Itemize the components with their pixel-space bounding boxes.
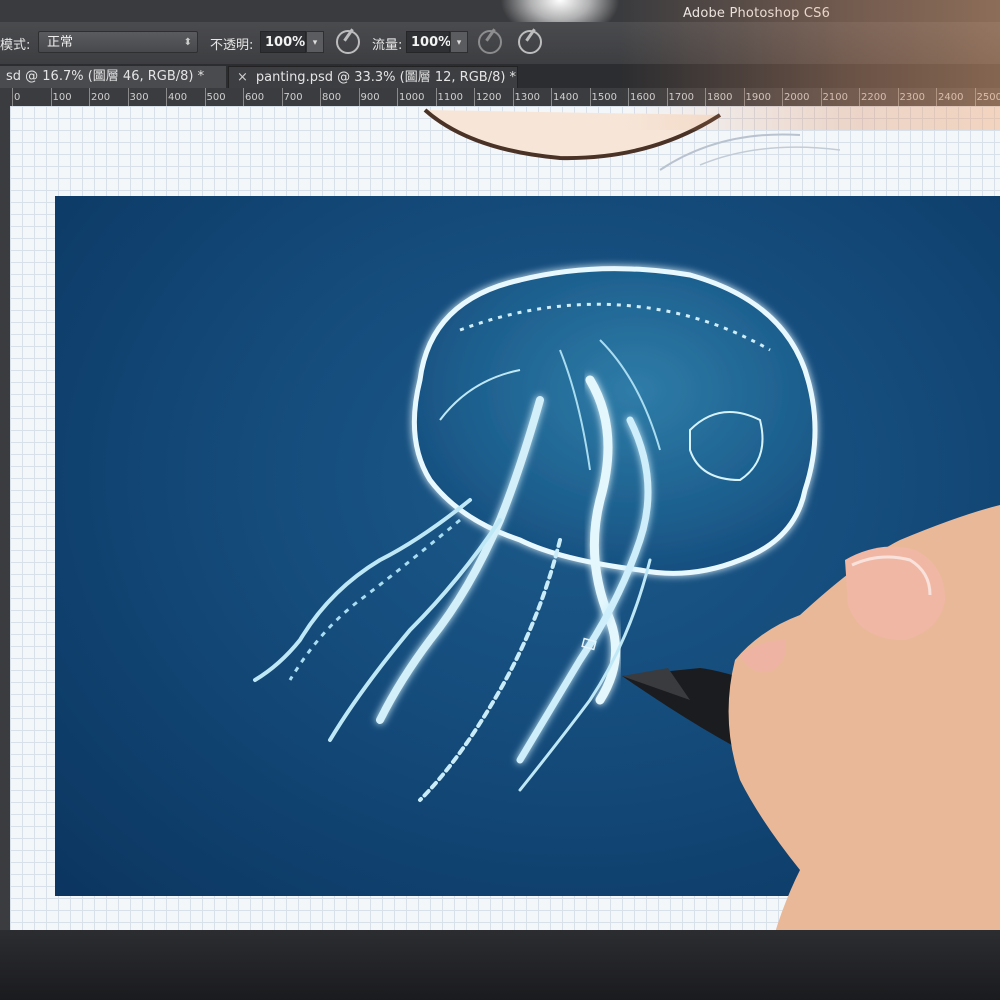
jellyfish-illustration — [253, 266, 818, 802]
photo-scene: Adobe Photoshop CS6 模式: 正常 ⬍ 不透明: 100% ▾… — [0, 0, 1000, 1000]
monitor-bezel — [0, 930, 1000, 1000]
